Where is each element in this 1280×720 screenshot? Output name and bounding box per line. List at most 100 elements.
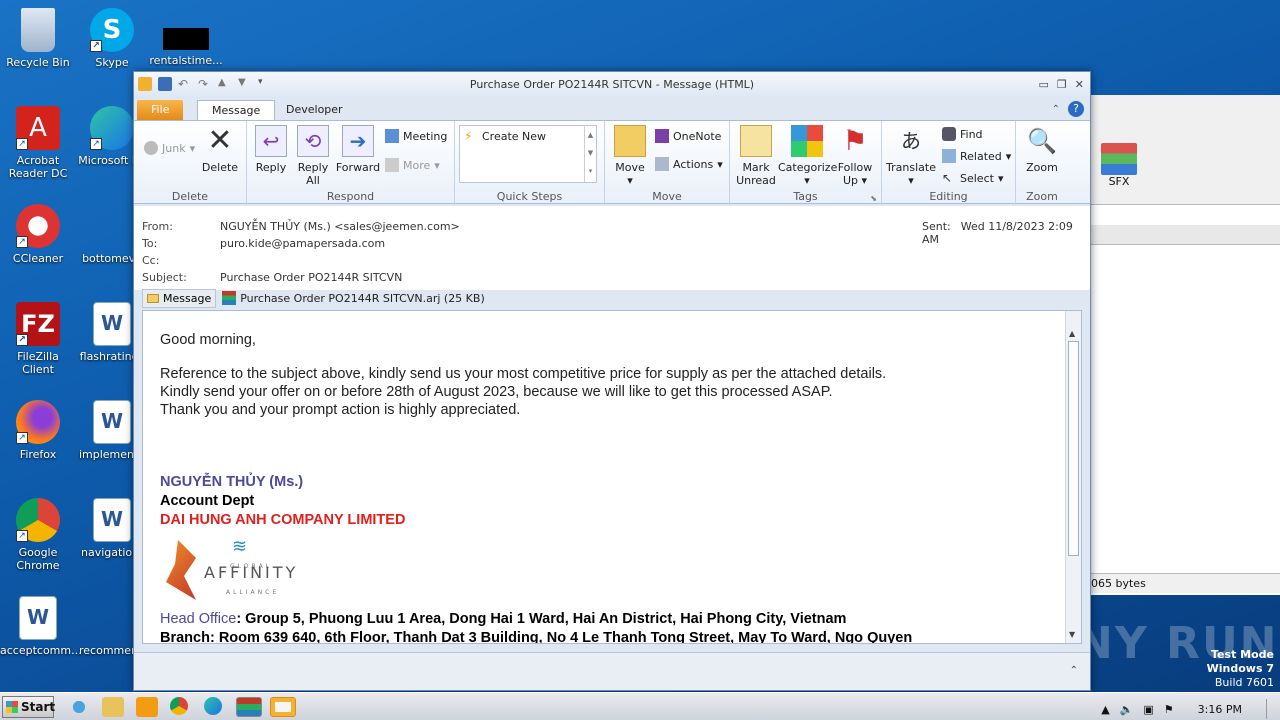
- scroll-thumb[interactable]: [1068, 341, 1079, 556]
- envelope-icon: [147, 293, 159, 303]
- desktop-icon-skype[interactable]: S ↗ Skype: [74, 8, 150, 69]
- attachment-file[interactable]: Purchase Order PO2144R SITCVN.arj (25 KB…: [222, 291, 485, 305]
- close-icon[interactable]: ✕: [1075, 78, 1084, 91]
- desktop-icon-acceptcomm[interactable]: W acceptcomm...: [0, 596, 82, 657]
- restore-icon[interactable]: ❐: [1057, 78, 1067, 91]
- chrome-taskbar-icon[interactable]: [170, 697, 188, 715]
- select-button[interactable]: ↖ Select ▾: [942, 171, 1003, 185]
- media-player-taskbar-icon[interactable]: [136, 697, 158, 717]
- follow-up-button[interactable]: ⚑ Follow Up ▾: [836, 125, 874, 188]
- collapse-ribbon-icon[interactable]: ⌃: [1052, 104, 1060, 115]
- branch-line: Branch: Room 639 640, 6th Floor, Thanh D…: [160, 630, 913, 644]
- logo-wings-icon: ≋: [232, 536, 248, 556]
- edge-taskbar-icon[interactable]: [204, 697, 222, 715]
- help-icon[interactable]: ?: [1068, 101, 1084, 117]
- archive-icon: [1101, 143, 1137, 175]
- scroll-up-icon[interactable]: ▲: [1069, 329, 1075, 338]
- body-line-2: Kindly send your offer on or before 28th…: [160, 384, 833, 400]
- tab-developer[interactable]: Developer: [272, 100, 357, 120]
- group-respond: ↩ Reply ⟲ Reply All ➔ Forward Meeting Mo…: [247, 121, 455, 205]
- quick-steps-gallery[interactable]: ⚡ Create New ▲ ▼ ▾: [459, 125, 597, 183]
- translate-button[interactable]: あ Translate ▾: [886, 125, 936, 187]
- outlook-taskbar-icon[interactable]: [270, 697, 296, 717]
- recipient-address[interactable]: puro.kide@pamapersada.com: [220, 237, 385, 250]
- chrome-icon: ↗: [16, 498, 60, 542]
- related-icon: [942, 149, 956, 163]
- sfx-button[interactable]: SFX: [1099, 143, 1139, 188]
- gallery-scroll[interactable]: ▲ ▼ ▾: [584, 126, 596, 182]
- related-button[interactable]: Related ▾: [942, 149, 1011, 163]
- categorize-button[interactable]: Categorize ▾: [778, 125, 837, 187]
- show-hidden-icons-icon[interactable]: ▲: [1101, 703, 1109, 716]
- expand-people-pane-icon[interactable]: ⌃: [1070, 665, 1078, 676]
- minimize-icon[interactable]: ▭: [1039, 78, 1049, 91]
- reply-button[interactable]: ↩ Reply: [253, 125, 289, 174]
- meeting-button[interactable]: Meeting: [385, 129, 447, 143]
- subject-row: Subject: Purchase Order PO2144R SITCVN: [142, 271, 403, 284]
- desktop-icon-firefox[interactable]: ↗ Firefox: [0, 400, 76, 461]
- tags-dialog-launcher-icon[interactable]: ⬊: [870, 194, 877, 203]
- reply-all-button[interactable]: ⟲ Reply All: [295, 125, 331, 187]
- acrobat-icon: A ↗: [16, 106, 60, 150]
- signature-dept: Account Dept: [160, 493, 255, 509]
- volume-icon[interactable]: 🔈: [1120, 703, 1134, 716]
- ribbon: Junk ▾ ✕ Delete Delete ↩ Reply ⟲ Reply Al…: [134, 120, 1090, 205]
- body-scrollbar[interactable]: ▲ ▼: [1065, 311, 1081, 643]
- scroll-down-icon[interactable]: ▼: [1069, 630, 1075, 639]
- desktop-icon-acrobat[interactable]: A ↗ Acrobat Reader DC: [0, 106, 76, 180]
- more-respond-button[interactable]: More ▾: [385, 158, 440, 172]
- onenote-button[interactable]: OneNote: [655, 129, 721, 143]
- edge-icon: ↗: [90, 106, 134, 150]
- group-delete: Junk ▾ ✕ Delete Delete: [134, 121, 247, 205]
- signature-name: NGUYỄN THỦY (Ms.): [160, 474, 304, 490]
- start-button[interactable]: Start: [2, 696, 55, 718]
- from-row: From: NGUYỄN THỦY (Ms.) <sales@jeemen.com…: [142, 220, 460, 233]
- message-tab[interactable]: Message: [142, 288, 217, 308]
- ccleaner-icon: ↗: [16, 204, 60, 248]
- create-new-quick-step[interactable]: ⚡ Create New: [464, 129, 546, 143]
- junk-button[interactable]: Junk ▾: [144, 141, 195, 155]
- word-document-icon: W: [93, 302, 131, 346]
- move-button[interactable]: Move ▾: [611, 125, 649, 187]
- desktop-icon-rentalstime[interactable]: rentalstime...: [148, 8, 224, 67]
- zoom-button[interactable]: 🔍 Zoom: [1022, 125, 1062, 174]
- desktop-icon-ccleaner[interactable]: ↗ CCleaner: [0, 204, 76, 265]
- desktop-icon-filezilla[interactable]: FZ ↗ FileZilla Client: [0, 302, 76, 376]
- desktop-icon-chrome[interactable]: ↗ Google Chrome: [0, 498, 76, 572]
- reply-icon: ↩: [255, 125, 287, 157]
- delete-button[interactable]: ✕ Delete: [200, 125, 240, 175]
- forward-button[interactable]: ➔ Forward: [335, 125, 381, 174]
- group-quick-steps: ⚡ Create New ▲ ▼ ▾ Quick Steps: [455, 121, 605, 205]
- forward-icon: ➔: [342, 125, 374, 157]
- network-icon[interactable]: ▣: [1143, 703, 1153, 716]
- word-document-icon: W: [93, 400, 131, 444]
- actions-button[interactable]: Actions ▾: [655, 157, 723, 171]
- background-window[interactable]: SFX 065 bytes: [1090, 95, 1280, 595]
- sender-address[interactable]: NGUYỄN THỦY (Ms.) <sales@jeemen.com>: [220, 220, 460, 233]
- title-bar[interactable]: ↶ ↷ ▲ ▼ ▾ Purchase Order PO2144R SITCVN …: [134, 72, 1090, 98]
- black-file-icon: [163, 28, 209, 50]
- find-button[interactable]: Find: [942, 127, 983, 141]
- desktop-icon-recycle-bin[interactable]: Recycle Bin: [0, 8, 76, 69]
- message-window[interactable]: ↶ ↷ ▲ ▼ ▾ Purchase Order PO2144R SITCVN …: [133, 71, 1091, 691]
- system-tray: ▲ 🔈 ▣ ⚑ 3:16 PM: [1101, 699, 1276, 719]
- to-row: To: puro.kide@pamapersada.com: [142, 237, 386, 250]
- mark-unread-button[interactable]: Mark Unread: [734, 125, 778, 187]
- ie-taskbar-icon[interactable]: [68, 697, 90, 717]
- tab-file[interactable]: File: [137, 100, 184, 120]
- word-document-icon: W: [93, 498, 131, 542]
- magnifier-icon: 🔍: [1027, 127, 1057, 155]
- action-center-icon[interactable]: ⚑: [1164, 703, 1174, 716]
- body-line-3: Thank you and your prompt action is high…: [160, 402, 521, 418]
- junk-icon: [144, 141, 158, 155]
- show-desktop-button[interactable]: [1266, 699, 1276, 719]
- folder-move-icon: [614, 125, 646, 157]
- clock[interactable]: 3:16 PM: [1198, 703, 1242, 716]
- archive-icon: [222, 291, 237, 305]
- message-body: Good morning, Reference to the subject a…: [160, 331, 913, 644]
- winrar-taskbar-icon[interactable]: [236, 697, 262, 717]
- message-body-frame[interactable]: Good morning, Reference to the subject a…: [142, 310, 1082, 644]
- translate-icon: あ: [901, 129, 921, 153]
- tab-message[interactable]: Message: [197, 100, 276, 120]
- explorer-taskbar-icon[interactable]: [102, 697, 124, 717]
